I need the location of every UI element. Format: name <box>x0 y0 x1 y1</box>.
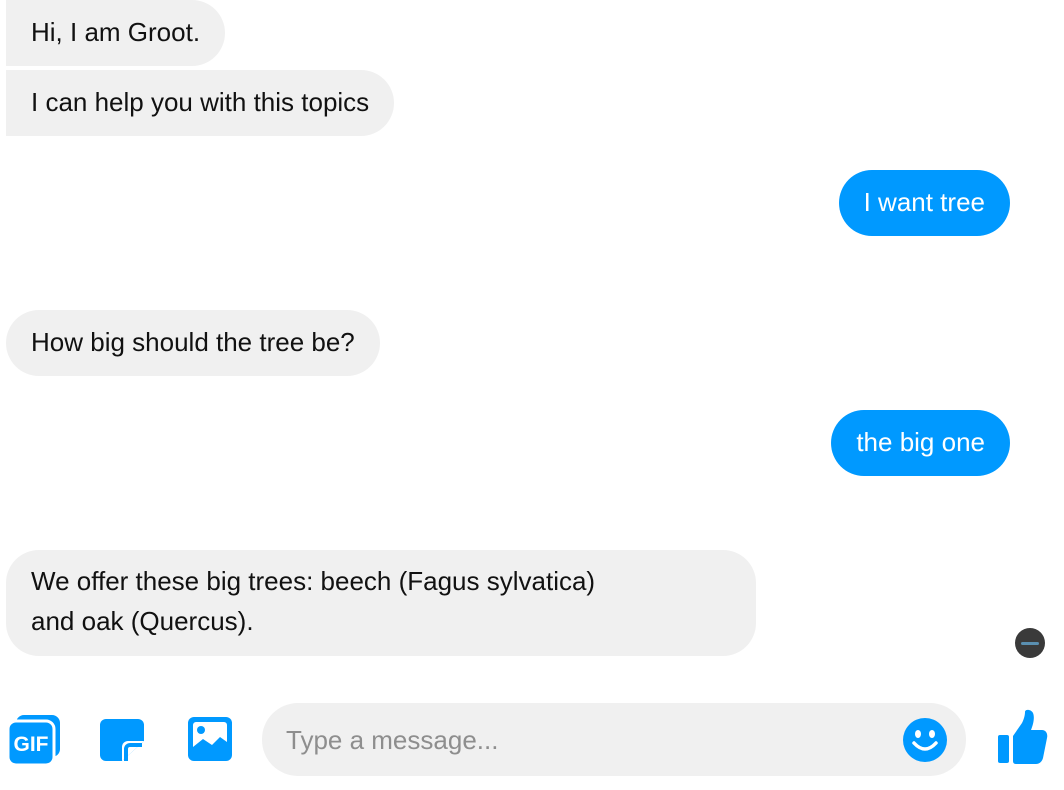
bot-message: How big should the tree be? <box>6 310 380 376</box>
read-receipt-avatar <box>1015 628 1045 658</box>
message-line: and oak (Quercus). <box>31 606 254 636</box>
message-line: We offer these big trees: beech (Fagus s… <box>31 566 596 596</box>
bot-message: Hi, I am Groot. <box>6 0 226 66</box>
bot-message: I can help you with this topics <box>6 70 395 136</box>
thumbs-up-icon[interactable] <box>996 709 1048 765</box>
gif-icon[interactable]: GIF <box>8 715 60 765</box>
avatar-mark <box>1021 641 1039 645</box>
user-message: the big one <box>831 410 1010 476</box>
emoji-icon[interactable] <box>902 717 948 763</box>
sticker-icon[interactable] <box>98 717 146 763</box>
gif-label: GIF <box>14 733 49 756</box>
image-icon[interactable] <box>186 715 234 763</box>
bot-message: We offer these big trees: beech (Fagus s… <box>6 550 756 656</box>
user-message: I want tree <box>838 170 1010 236</box>
message-input[interactable] <box>286 721 886 759</box>
message-input-container[interactable] <box>262 703 966 776</box>
